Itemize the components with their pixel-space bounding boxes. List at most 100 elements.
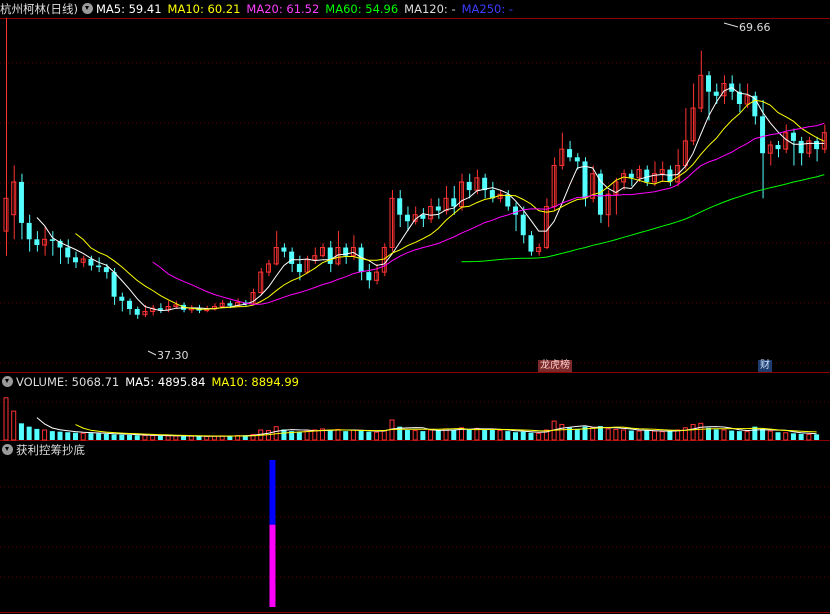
candle-body-38: [296, 263, 302, 273]
volume-bar-96: [744, 431, 750, 441]
volume-bar-58: [451, 430, 457, 440]
volume-bar-64: [497, 430, 503, 441]
ma120-value: MA120: -: [404, 2, 456, 16]
volume-bar-95: [736, 431, 742, 440]
volume-bar-47: [366, 431, 372, 440]
chevron-down-icon[interactable]: [2, 376, 13, 387]
volume-bar-86: [667, 431, 673, 440]
volume-bar-55: [428, 429, 434, 441]
candle-body-62: [482, 177, 488, 191]
chevron-down-icon[interactable]: [81, 3, 93, 14]
candle-body-52: [404, 214, 410, 222]
volume-ma10-value: MA10: 8894.99: [211, 375, 299, 389]
candle-body-68: [528, 235, 534, 252]
volume-bar-68: [528, 432, 534, 440]
volume-bar-103: [798, 433, 804, 440]
volume-bar-38: [296, 431, 302, 440]
candle-body-47: [366, 272, 372, 281]
volume-bar-105: [814, 434, 820, 440]
volume-bar-62: [482, 429, 488, 440]
volume-bar-11: [88, 433, 94, 440]
candle-body-103: [798, 140, 804, 154]
volume-bar-13: [103, 433, 109, 440]
candle-body-9: [72, 257, 78, 263]
volume-bar-66: [513, 432, 519, 440]
volume-bar-67: [520, 431, 526, 440]
volume-bar-104: [806, 433, 812, 441]
volume-bar-39: [304, 430, 310, 441]
moving-average-lines: [36, 87, 825, 312]
candle-body-73: [567, 149, 573, 158]
volume-bar-1: [11, 410, 17, 441]
volume-bar-15: [119, 434, 125, 440]
indicator-header: 获利控筹抄底: [0, 441, 91, 459]
candle-body-13: [103, 267, 109, 273]
volume-bar-17: [134, 435, 140, 440]
volume-bar-49: [381, 430, 387, 441]
volume-bar-7: [57, 431, 63, 440]
volume-bar-72: [559, 423, 565, 441]
volume-bar-84: [651, 430, 657, 441]
candle-body-60: [466, 181, 472, 191]
volume-bar-10: [80, 432, 86, 441]
indicator-bars: [269, 460, 276, 607]
candle-body-100: [775, 145, 781, 150]
candle-body-67: [520, 214, 526, 236]
candle-body-46: [358, 247, 364, 273]
candle-body-83: [644, 169, 650, 182]
candle-body-51: [397, 198, 403, 215]
candle-body-6: [49, 239, 55, 241]
cai-badge[interactable]: 财: [758, 360, 772, 372]
ma20-value: MA20: 61.52: [246, 2, 320, 16]
price-high-label: 69.66: [739, 21, 771, 34]
candle-body-20: [157, 308, 163, 310]
volume-bar-36: [281, 429, 287, 440]
volume-bar-100: [775, 432, 781, 440]
volume-bar-8: [65, 432, 71, 440]
volume-bar-79: [613, 428, 619, 441]
volume-bar-2: [18, 423, 24, 440]
volume-bar-19: [150, 435, 156, 441]
volume-bar-53: [412, 430, 418, 441]
volume-bar-25: [196, 436, 202, 440]
volume-bar-65: [505, 431, 511, 440]
volume-bar-21: [165, 435, 171, 441]
indicator-title[interactable]: 获利控筹抄底: [16, 443, 85, 457]
volume-bar-102: [790, 433, 796, 440]
candle-body-42: [327, 247, 333, 264]
candle-body-77: [597, 173, 603, 215]
volume-bar-93: [721, 429, 727, 441]
chevron-down-icon[interactable]: [2, 444, 13, 455]
ma10-value: MA10: 60.21: [167, 2, 241, 16]
ma60-value: MA60: 54.96: [325, 2, 399, 16]
candle-body-16: [127, 300, 133, 309]
lhb-badge[interactable]: 龙虎榜: [538, 360, 572, 372]
volume-bar-83: [644, 430, 650, 440]
volume-bar-87: [675, 429, 681, 441]
volume-value: VOLUME: 5068.71: [16, 375, 120, 389]
candle-body-29: [227, 303, 233, 306]
volume-bar-76: [590, 427, 596, 441]
main-chart-header: 杭州柯林(日线) MA5: 59.41 MA10: 60.21 MA20: 61.52…: [0, 0, 519, 18]
candle-body-65: [505, 194, 511, 207]
candle-body-81: [628, 173, 634, 178]
candle-body-74: [574, 157, 580, 162]
volume-bar-91: [706, 427, 712, 440]
candle-body-37: [289, 251, 295, 264]
candle-body-2: [18, 181, 24, 223]
volume-bar-0: [3, 397, 9, 441]
candle-body-102: [790, 132, 796, 141]
volume-bar-82: [636, 430, 642, 441]
volume-bar-98: [760, 428, 766, 440]
stock-title[interactable]: 杭州柯林(日线): [0, 2, 78, 16]
candle-body-3: [26, 222, 32, 240]
low-pointer-line: [147, 350, 157, 356]
volume-ma-lines: [36, 417, 817, 437]
candle-body-17: [134, 309, 140, 315]
volume-bar-52: [404, 430, 410, 440]
volume-bar-5: [42, 429, 48, 441]
candle-body-36: [281, 247, 287, 252]
volume-bar-48: [374, 431, 380, 441]
volume-bar-6: [49, 431, 55, 440]
volume-bar-78: [605, 428, 611, 441]
